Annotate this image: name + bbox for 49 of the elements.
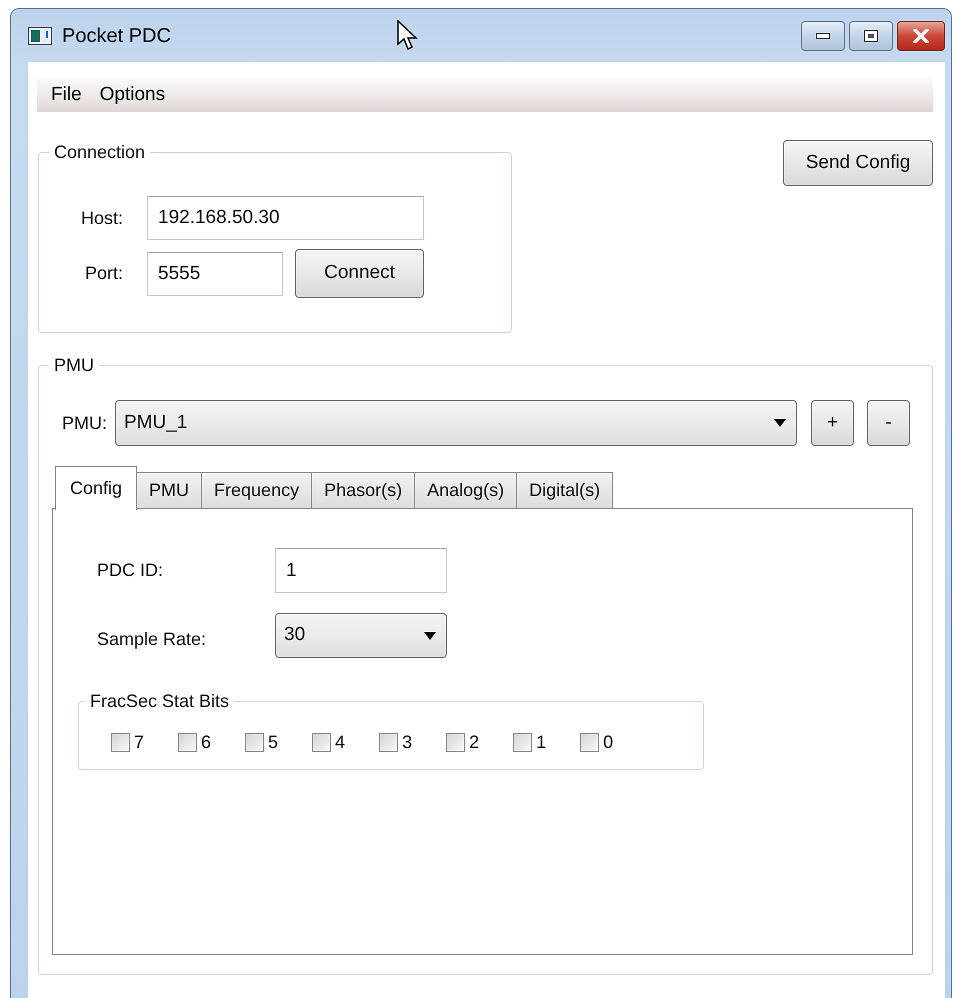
minimize-icon xyxy=(816,32,830,38)
window-title: Pocket PDC xyxy=(62,24,171,48)
port-field[interactable]: 5555 xyxy=(147,252,283,296)
checkbox-label: 6 xyxy=(201,731,212,754)
minimize-button[interactable] xyxy=(801,20,845,50)
remove-button[interactable]: - xyxy=(867,400,910,446)
checkbox-label: 2 xyxy=(469,731,480,754)
checkbox[interactable] xyxy=(379,733,398,752)
host-label: Host: xyxy=(80,206,123,230)
cursor-icon xyxy=(397,20,419,52)
menu-item[interactable]: Options xyxy=(92,80,174,110)
checkbox-label: 1 xyxy=(536,731,546,754)
tab[interactable]: PMU xyxy=(136,472,202,508)
close-button[interactable] xyxy=(897,20,945,50)
pmu-dropdown[interactable]: PMU_1 xyxy=(115,400,797,446)
maximize-button[interactable] xyxy=(849,20,893,50)
tab[interactable]: Config xyxy=(55,466,138,510)
tab[interactable]: Frequency xyxy=(201,472,312,508)
checkbox-label: 5 xyxy=(268,731,278,754)
tab[interactable]: Phasor(s) xyxy=(311,472,416,508)
send-config-button[interactable]: Send Config xyxy=(783,140,933,186)
sample-rate-dropdown[interactable]: 30 xyxy=(275,613,447,658)
checkbox-label: 0 xyxy=(603,731,614,754)
checkbox-label: 4 xyxy=(335,731,346,754)
add-button[interactable]: + xyxy=(811,400,854,446)
tab[interactable]: Analog(s) xyxy=(414,472,518,508)
dropdown-arrow-icon xyxy=(424,632,436,640)
port-label: Port: xyxy=(84,262,123,285)
pdc-id-label: PDC ID: xyxy=(97,559,164,582)
checkbox[interactable] xyxy=(580,733,600,752)
close-icon xyxy=(913,28,929,42)
checkbox[interactable] xyxy=(178,733,198,752)
dropdown-arrow-icon xyxy=(774,419,786,427)
checkbox[interactable] xyxy=(312,733,332,752)
checkbox[interactable] xyxy=(111,733,130,752)
checkbox-label: 7 xyxy=(134,731,144,754)
checkbox[interactable] xyxy=(513,733,532,752)
checkbox-label: 3 xyxy=(402,731,412,754)
checkbox[interactable] xyxy=(446,733,466,752)
host-field[interactable]: 192.168.50.30 xyxy=(147,196,424,240)
sample-rate-label: Sample Rate: xyxy=(97,628,208,651)
pdc-id-field[interactable]: 1 xyxy=(275,548,447,593)
maximize-icon xyxy=(864,30,878,42)
menu-item[interactable]: File xyxy=(43,80,90,110)
app-icon xyxy=(28,26,52,44)
pmu-label: PMU: xyxy=(62,412,107,434)
connect-button[interactable]: Connect xyxy=(295,249,424,298)
checkbox[interactable] xyxy=(245,733,264,752)
tab[interactable]: Digital(s) xyxy=(516,472,614,508)
